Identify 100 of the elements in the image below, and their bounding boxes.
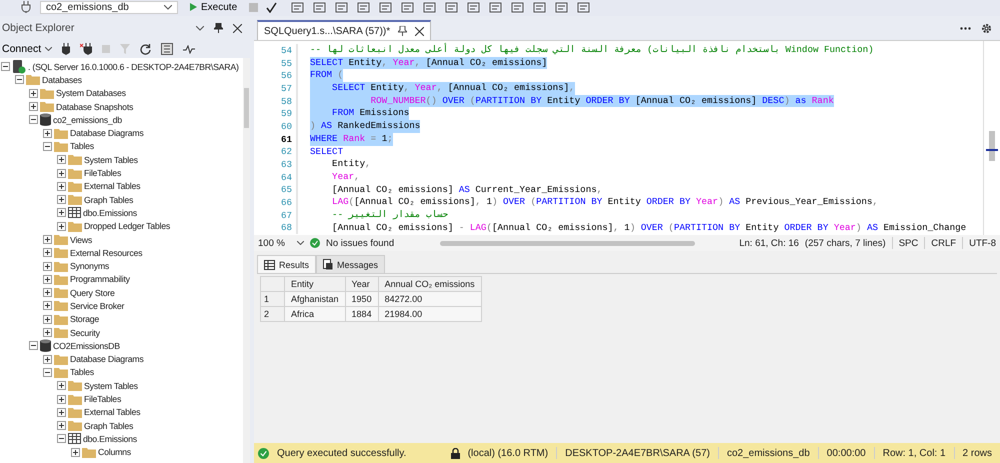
expand-icon[interactable]: [43, 288, 52, 298]
database-dropdown[interactable]: co2_emissions_db: [40, 0, 178, 14]
tree-item[interactable]: Programmability: [70, 274, 130, 284]
expand-icon[interactable]: [57, 394, 66, 404]
expand-icon[interactable]: [71, 448, 80, 457]
column-header[interactable]: Entity: [284, 276, 346, 292]
document-tab[interactable]: SQLQuery1.s...\SARA (57))*: [257, 20, 432, 40]
tree-item[interactable]: Tables: [70, 367, 94, 378]
collapse-icon[interactable]: [43, 368, 52, 377]
results-tab[interactable]: Messages: [316, 255, 386, 273]
toolbar-icon[interactable]: [357, 2, 370, 12]
close-icon[interactable]: [233, 24, 242, 32]
close-icon[interactable]: [415, 26, 424, 36]
collapse-icon[interactable]: [15, 75, 24, 84]
scrollbar[interactable]: [983, 41, 1000, 235]
summary-icon[interactable]: [161, 43, 174, 55]
tree-item[interactable]: Views: [70, 234, 92, 244]
expand-icon[interactable]: [57, 155, 66, 164]
zoom-dropdown[interactable]: 100 %: [258, 238, 304, 248]
expand-icon[interactable]: [43, 314, 52, 324]
collapse-icon[interactable]: [29, 115, 38, 124]
activity-icon[interactable]: [183, 44, 196, 54]
tree-item[interactable]: External Tables: [84, 181, 140, 192]
tree-item[interactable]: co2_emissions_db: [53, 114, 122, 125]
tree-item[interactable]: Security: [70, 328, 100, 338]
tree-item[interactable]: System Tables: [84, 154, 138, 165]
toolbar-icon[interactable]: [313, 2, 326, 12]
expand-icon[interactable]: [43, 354, 52, 364]
collapse-icon[interactable]: [57, 434, 66, 444]
expand-icon[interactable]: [29, 102, 38, 112]
tree-item[interactable]: dbo.Emissions: [83, 434, 137, 444]
tree-item[interactable]: External Resources: [70, 248, 142, 258]
tree-item[interactable]: Dropped Ledger Tables: [84, 221, 170, 232]
expand-icon[interactable]: [57, 408, 66, 417]
expand-icon[interactable]: [43, 235, 52, 244]
encoding[interactable]: UTF-8: [969, 238, 996, 248]
plug-icon[interactable]: [20, 1, 32, 13]
results-tab[interactable]: Results: [257, 255, 316, 273]
scrollbar[interactable]: [243, 58, 250, 463]
expand-icon[interactable]: [57, 381, 66, 390]
toolbar-icon[interactable]: [511, 2, 524, 12]
toolbar-icon[interactable]: [533, 2, 546, 12]
collapse-icon[interactable]: [29, 341, 38, 350]
tree-item[interactable]: Tables: [70, 141, 94, 152]
toolbar-icon[interactable]: [335, 2, 348, 12]
plug-icon[interactable]: [62, 43, 70, 55]
toolbar-icon[interactable]: [467, 2, 480, 12]
tree-item[interactable]: Service Broker: [70, 300, 124, 311]
expand-icon[interactable]: [29, 88, 38, 98]
expand-icon[interactable]: [43, 128, 52, 138]
expand-icon[interactable]: [57, 421, 66, 430]
tree-item[interactable]: Storage: [70, 314, 100, 324]
line-ending[interactable]: CRLF: [931, 238, 956, 248]
expand-icon[interactable]: [57, 182, 66, 191]
expand-icon[interactable]: [57, 208, 66, 218]
checkmark-icon[interactable]: [266, 2, 278, 12]
settings-icon[interactable]: [981, 23, 992, 34]
scrollbar[interactable]: [440, 240, 696, 246]
execute-button[interactable]: Execute: [186, 2, 242, 12]
tree-item[interactable]: Columns: [98, 447, 131, 458]
column-header[interactable]: Year: [345, 276, 378, 292]
tree-item[interactable]: Query Store: [70, 288, 115, 298]
toolbar-icon[interactable]: [445, 2, 458, 12]
tree-item[interactable]: System Tables: [84, 380, 138, 391]
toolbar-icon[interactable]: [401, 2, 414, 12]
toolbar-icon[interactable]: [555, 2, 568, 12]
tree-item[interactable]: Databases: [42, 74, 82, 85]
expand-icon[interactable]: [57, 195, 66, 204]
tree-item[interactable]: External Tables: [84, 407, 140, 418]
column-header[interactable]: Annual CO₂ emissions: [378, 276, 482, 292]
refresh-icon[interactable]: [140, 44, 152, 54]
tree-item[interactable]: dbo.Emissions: [83, 208, 137, 218]
collapse-icon[interactable]: [1, 62, 10, 72]
expand-icon[interactable]: [43, 328, 52, 338]
expand-icon[interactable]: [43, 274, 52, 284]
pin-icon[interactable]: [398, 26, 408, 36]
indent-mode[interactable]: SPC: [898, 238, 918, 248]
tree-item[interactable]: . (SQL Server 16.0.1000.6 - DESKTOP-2A4E7BR\SARA): [28, 62, 239, 72]
toolbar-icon[interactable]: [489, 2, 502, 12]
expand-icon[interactable]: [43, 262, 52, 271]
tree-item[interactable]: FileTables: [84, 168, 122, 178]
chevron-down-icon[interactable]: [196, 26, 204, 30]
toolbar-icon[interactable]: [423, 2, 436, 12]
disconnect-icon[interactable]: [80, 43, 92, 55]
tree-item[interactable]: Database Snapshots: [56, 102, 134, 112]
tree-item[interactable]: CO2EmissionsDB: [53, 340, 120, 351]
tree-item[interactable]: Database Diagrams: [70, 128, 144, 138]
tree-item[interactable]: Graph Tables: [84, 420, 134, 431]
expand-icon[interactable]: [57, 222, 66, 231]
tree-item[interactable]: Database Diagrams: [70, 354, 144, 364]
toolbar-icon[interactable]: [291, 2, 304, 12]
expand-icon[interactable]: [57, 168, 66, 178]
tree-item[interactable]: System Databases: [56, 88, 126, 98]
pin-icon[interactable]: [214, 23, 223, 33]
expand-icon[interactable]: [43, 248, 52, 258]
toolbar-icon[interactable]: [379, 2, 392, 12]
toolbar-icon[interactable]: [577, 2, 590, 12]
tree-item[interactable]: FileTables: [84, 394, 122, 404]
collapse-icon[interactable]: [43, 142, 52, 151]
expand-icon[interactable]: [43, 301, 52, 310]
